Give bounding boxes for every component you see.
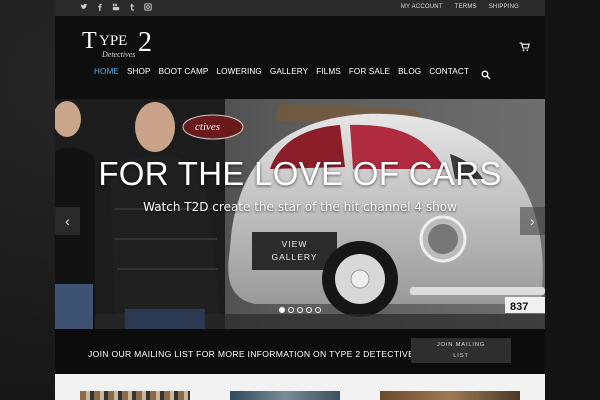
chevron-left-icon: ‹ xyxy=(65,213,70,229)
nav-home[interactable]: HOME xyxy=(94,67,119,76)
view-gallery-line1: VIEW xyxy=(281,239,308,249)
slider-prev-button[interactable]: ‹ xyxy=(55,207,80,235)
cart-icon[interactable] xyxy=(519,39,530,52)
content-card-image[interactable] xyxy=(80,391,190,400)
logo-detectives: Detectives xyxy=(102,50,136,59)
logo-ype: YPE xyxy=(99,33,128,49)
hero-title: FOR THE LOVE OF CARS xyxy=(98,155,502,192)
youtube-icon[interactable] xyxy=(112,3,120,12)
content-card-image[interactable] xyxy=(380,391,520,400)
join-mailing-line1: JOIN MAILING xyxy=(436,342,486,348)
twitter-icon[interactable] xyxy=(80,3,88,12)
main-nav: HOME SHOP BOOT CAMP LOWERING GALLERY FIL… xyxy=(94,67,469,76)
nav-contact[interactable]: CONTACT xyxy=(429,67,469,76)
mailing-list-bar: JOIN OUR MAILING LIST FOR MORE INFORMATI… xyxy=(55,329,545,374)
nav-shop[interactable]: SHOP xyxy=(127,67,151,76)
content-cards xyxy=(55,374,545,400)
site-header: T YPE 2 Detectives HOME SHOP BOOT CAMP L… xyxy=(55,16,545,99)
slider-dot[interactable] xyxy=(297,307,303,313)
shipping-link[interactable]: SHIPPING xyxy=(489,4,519,10)
site-container: MY ACCOUNT TERMS SHIPPING T YPE 2 Detect… xyxy=(55,0,545,400)
nav-films[interactable]: FILMS xyxy=(316,67,341,76)
logo-t: T xyxy=(82,28,97,54)
join-mailing-list-button[interactable]: JOIN MAILING LIST xyxy=(411,338,511,363)
join-mailing-line2: LIST xyxy=(453,353,469,359)
mailing-list-text: JOIN OUR MAILING LIST FOR MORE INFORMATI… xyxy=(88,349,421,359)
slider-dot[interactable] xyxy=(306,307,312,313)
terms-link[interactable]: TERMS xyxy=(455,4,477,10)
nav-boot-camp[interactable]: BOOT CAMP xyxy=(159,67,209,76)
tumblr-icon[interactable] xyxy=(128,3,136,12)
nav-lowering[interactable]: LOWERING xyxy=(216,67,261,76)
site-logo[interactable]: T YPE 2 Detectives xyxy=(82,27,162,60)
chevron-right-icon: › xyxy=(530,213,535,229)
facebook-icon[interactable] xyxy=(96,3,104,12)
hero-slider: ctives 837 FOR THE LOVE OF CARS Watch T2… xyxy=(55,99,545,329)
instagram-icon[interactable] xyxy=(144,3,152,12)
utility-bar: MY ACCOUNT TERMS SHIPPING xyxy=(55,0,545,16)
hero-sign-text: ctives xyxy=(195,121,220,133)
slider-dot[interactable] xyxy=(279,307,285,313)
view-gallery-button[interactable]: VIEW GALLERY xyxy=(252,232,337,270)
nav-blog[interactable]: BLOG xyxy=(398,67,421,76)
slider-dots xyxy=(279,307,321,313)
search-icon[interactable] xyxy=(481,67,491,80)
slider-next-button[interactable]: › xyxy=(520,207,545,235)
my-account-link[interactable]: MY ACCOUNT xyxy=(401,4,443,10)
social-links xyxy=(80,3,152,12)
content-card-image[interactable] xyxy=(230,391,340,400)
hero-subtitle: Watch T2D create the star of the hit cha… xyxy=(143,200,457,214)
hero-image: ctives 837 xyxy=(55,99,545,329)
hero-plate-text: 837 xyxy=(510,301,528,313)
account-links: MY ACCOUNT TERMS SHIPPING xyxy=(401,4,519,10)
slider-dot[interactable] xyxy=(315,307,321,313)
slider-dot[interactable] xyxy=(288,307,294,313)
logo-two: 2 xyxy=(138,27,152,58)
nav-for-sale[interactable]: FOR SALE xyxy=(349,67,390,76)
nav-gallery[interactable]: GALLERY xyxy=(270,67,308,76)
view-gallery-line2: GALLERY xyxy=(271,252,318,262)
